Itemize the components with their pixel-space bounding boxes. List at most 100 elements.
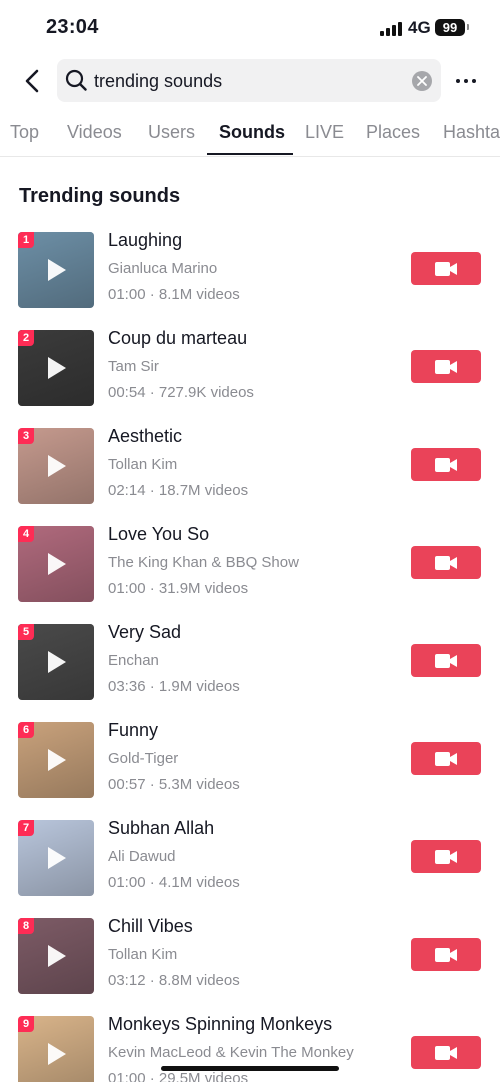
rank-badge: 5: [18, 624, 34, 640]
sound-title: Very Sad: [108, 622, 182, 642]
sound-meta: 00:57 · 5.3M videos: [108, 776, 240, 793]
rank-badge: 4: [18, 526, 34, 542]
sound-artist: Ali Dawud: [108, 848, 176, 865]
sound-item[interactable]: 2 Coup du marteau Tam Sir 00:54 · 727.9K…: [0, 328, 500, 426]
sound-item[interactable]: 9 Monkeys Spinning Monkeys Kevin MacLeod…: [0, 1014, 500, 1082]
tab-hashtags[interactable]: Hashta: [443, 122, 500, 143]
sound-thumbnail[interactable]: 4: [18, 526, 94, 602]
sound-artist: Gold-Tiger: [108, 750, 179, 767]
sound-item[interactable]: 5 Very Sad Enchan 03:36 · 1.9M videos: [0, 622, 500, 720]
back-button[interactable]: [20, 66, 46, 96]
use-sound-button[interactable]: [411, 448, 481, 481]
clear-search-button[interactable]: [412, 71, 432, 91]
sound-meta: 03:36 · 1.9M videos: [108, 678, 240, 695]
play-icon[interactable]: [48, 259, 66, 281]
signal-icon: [380, 20, 402, 36]
sound-thumbnail[interactable]: 6: [18, 722, 94, 798]
sound-thumbnail[interactable]: 9: [18, 1016, 94, 1082]
sound-meta: 01:00 · 29.5M videos: [108, 1070, 249, 1082]
search-tabs: Top Videos Users Sounds LIVE Places Hash…: [0, 108, 500, 157]
rank-badge: 7: [18, 820, 34, 836]
close-icon: [417, 76, 427, 86]
use-sound-button[interactable]: [411, 742, 481, 775]
tab-live[interactable]: LIVE: [305, 122, 344, 143]
search-header: trending sounds: [0, 56, 500, 106]
sound-thumbnail[interactable]: 7: [18, 820, 94, 896]
sound-meta: 00:54 · 727.9K videos: [108, 384, 254, 401]
sound-artist: Tollan Kim: [108, 456, 178, 473]
sound-item[interactable]: 3 Aesthetic Tollan Kim 02:14 · 18.7M vid…: [0, 426, 500, 524]
use-sound-button[interactable]: [411, 350, 481, 383]
search-input[interactable]: trending sounds: [57, 59, 441, 102]
tab-sounds[interactable]: Sounds: [219, 122, 285, 143]
sound-meta: 03:12 · 8.8M videos: [108, 972, 240, 989]
video-camera-icon: [435, 850, 457, 864]
sound-title: Subhan Allah: [108, 818, 215, 838]
section-title: Trending sounds: [19, 185, 181, 207]
play-icon[interactable]: [48, 749, 66, 771]
play-icon[interactable]: [48, 357, 66, 379]
tab-videos[interactable]: Videos: [67, 122, 122, 143]
sound-thumbnail[interactable]: 1: [18, 232, 94, 308]
play-icon[interactable]: [48, 945, 66, 967]
video-camera-icon: [435, 360, 457, 374]
sound-thumbnail[interactable]: 2: [18, 330, 94, 406]
sound-item[interactable]: 1 Laughing Gianluca Marino 01:00 · 8.1M …: [0, 230, 500, 328]
video-camera-icon: [435, 262, 457, 276]
home-indicator[interactable]: [161, 1066, 339, 1071]
rank-badge: 2: [18, 330, 34, 346]
sound-item[interactable]: 7 Subhan Allah Ali Dawud 01:00 · 4.1M vi…: [0, 818, 500, 916]
video-camera-icon: [435, 948, 457, 962]
sound-artist: Tollan Kim: [108, 946, 178, 963]
sound-title: Funny: [108, 720, 159, 740]
sound-thumbnail[interactable]: 5: [18, 624, 94, 700]
active-tab-indicator: [207, 153, 293, 155]
video-camera-icon: [435, 458, 457, 472]
play-icon[interactable]: [48, 553, 66, 575]
search-icon: [65, 69, 87, 91]
sound-artist: Tam Sir: [108, 358, 159, 375]
tab-top[interactable]: Top: [10, 122, 39, 143]
video-camera-icon: [435, 654, 457, 668]
more-options-button[interactable]: [456, 74, 480, 88]
play-icon[interactable]: [48, 1043, 66, 1065]
tab-users[interactable]: Users: [148, 122, 195, 143]
sound-item[interactable]: 8 Chill Vibes Tollan Kim 03:12 · 8.8M vi…: [0, 916, 500, 1014]
use-sound-button[interactable]: [411, 644, 481, 677]
sound-meta: 01:00 · 4.1M videos: [108, 874, 240, 891]
use-sound-button[interactable]: [411, 546, 481, 579]
sound-artist: Kevin MacLeod & Kevin The Monkey: [108, 1044, 354, 1061]
sound-title: Love You So: [108, 524, 210, 544]
sound-title: Monkeys Spinning Monkeys: [108, 1014, 333, 1034]
status-bar: 23:04 4G 99: [0, 0, 500, 56]
sound-title: Chill Vibes: [108, 916, 193, 936]
use-sound-button[interactable]: [411, 1036, 481, 1069]
video-camera-icon: [435, 556, 457, 570]
rank-badge: 8: [18, 918, 34, 934]
tab-places[interactable]: Places: [366, 122, 420, 143]
use-sound-button[interactable]: [411, 840, 481, 873]
sound-thumbnail[interactable]: 3: [18, 428, 94, 504]
video-camera-icon: [435, 1046, 457, 1060]
play-icon[interactable]: [48, 455, 66, 477]
rank-badge: 6: [18, 722, 34, 738]
play-icon[interactable]: [48, 847, 66, 869]
sound-artist: Gianluca Marino: [108, 260, 218, 277]
status-time: 23:04: [46, 16, 99, 38]
battery-icon: 99: [435, 19, 465, 36]
use-sound-button[interactable]: [411, 252, 481, 285]
sound-item[interactable]: 6 Funny Gold-Tiger 00:57 · 5.3M videos: [0, 720, 500, 818]
chevron-left-icon: [25, 69, 39, 93]
sound-thumbnail[interactable]: 8: [18, 918, 94, 994]
sound-artist: The King Khan & BBQ Show: [108, 554, 299, 571]
play-icon[interactable]: [48, 651, 66, 673]
sound-meta: 02:14 · 18.7M videos: [108, 482, 249, 499]
network-type: 4G: [408, 18, 431, 37]
rank-badge: 3: [18, 428, 34, 444]
search-query: trending sounds: [94, 71, 223, 91]
video-camera-icon: [435, 752, 457, 766]
use-sound-button[interactable]: [411, 938, 481, 971]
sound-title: Aesthetic: [108, 426, 183, 446]
battery-tip: [467, 24, 469, 30]
sound-item[interactable]: 4 Love You So The King Khan & BBQ Show 0…: [0, 524, 500, 622]
